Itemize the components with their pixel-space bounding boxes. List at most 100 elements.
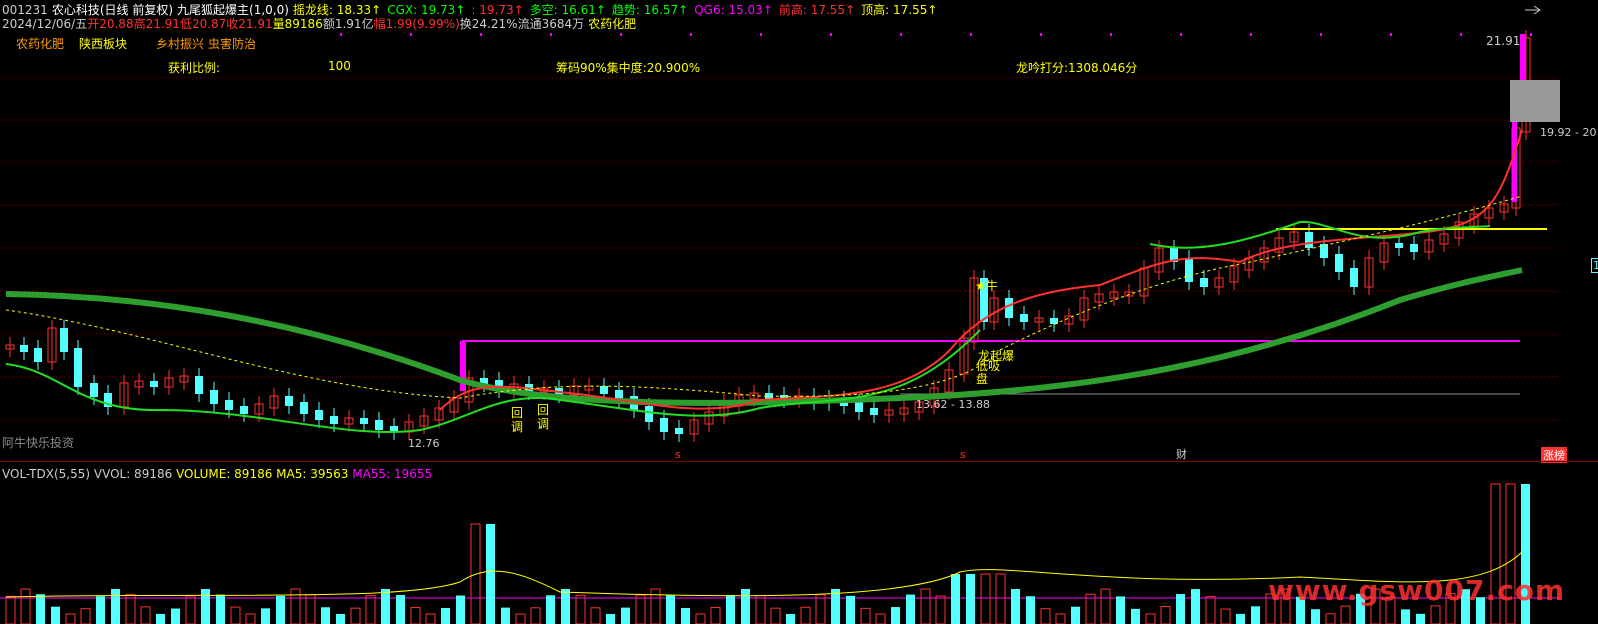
top-dot (1320, 33, 1322, 36)
volume-bar-up (1145, 613, 1156, 624)
candle-down (34, 348, 42, 362)
volume-bar-down (831, 589, 840, 624)
candle-down (600, 386, 608, 394)
candle-down (375, 420, 383, 430)
volume-bar-up (245, 613, 256, 624)
volume-bar-down (621, 607, 630, 624)
candle-down (330, 416, 338, 424)
volume-bar-up (920, 588, 931, 624)
candle-down (225, 400, 233, 410)
candle-down (90, 383, 98, 397)
top-dot (1180, 33, 1182, 36)
candle-down (74, 348, 82, 387)
volume-bar-down (396, 594, 405, 624)
range-price-label: 13.62 - 13.88 (916, 398, 990, 411)
volume-bar-down (1026, 596, 1035, 624)
low-buy-label: 低吸盘 (976, 359, 1001, 386)
top-dot (830, 33, 832, 36)
panel-separator (0, 461, 1598, 462)
price-range-box (1510, 80, 1560, 122)
green-trend-line (1149, 220, 1491, 249)
top-dot (410, 33, 412, 36)
candle-down (870, 408, 878, 415)
volume-bar-down (1236, 613, 1245, 624)
volume-bar-up (1100, 588, 1111, 624)
price-range-label: 19.92 - 20 (1540, 126, 1597, 139)
volume-bar-down (501, 607, 510, 624)
yellow-dashed-line (5, 195, 1523, 399)
volume-bar-up (710, 606, 721, 624)
candle-down (1335, 254, 1343, 272)
candle-down (360, 418, 368, 424)
volume-bar-up (1340, 605, 1351, 624)
volume-bar-up (800, 606, 811, 624)
volume-bar-down (1071, 606, 1080, 624)
volume-bar-up (815, 594, 826, 624)
site-watermark: www.gsw007.com (1268, 574, 1566, 607)
volume-bar-down (1416, 613, 1425, 624)
candle-down (1005, 298, 1013, 318)
volume-bar-down (261, 608, 270, 624)
volume-bar-down (966, 574, 975, 624)
volume-bar-up (590, 607, 601, 624)
volume-bar-up (515, 613, 526, 624)
top-dot (900, 33, 902, 36)
top-dot (1390, 33, 1392, 36)
volume-bar-down (111, 589, 120, 624)
right-arrow-icon (1525, 5, 1541, 15)
top-dot (760, 33, 762, 36)
volume-bar-up (1205, 596, 1216, 624)
top-dot (1040, 33, 1042, 36)
volume-bar-down (561, 589, 570, 624)
volume-bar-down (336, 613, 345, 624)
volume-bar-down (546, 595, 555, 624)
volume-bar-down (441, 607, 450, 624)
volume-bar-up (365, 595, 376, 624)
volume-bar-down (846, 595, 855, 624)
volume-bar-down (486, 524, 495, 624)
volume-bar-up (1085, 593, 1096, 624)
volume-bar-up (1430, 605, 1441, 624)
top-dot (620, 33, 622, 36)
volume-bar-up (80, 608, 91, 624)
volume-bar-up (185, 595, 196, 624)
volume-bar-up (20, 588, 31, 624)
volume-bar-up (530, 607, 541, 624)
top-dot (550, 33, 552, 36)
candle-down (285, 396, 293, 406)
volume-bar-down (1311, 609, 1320, 624)
marker-s-2[interactable]: s (960, 448, 966, 461)
volume-bar-down (1011, 589, 1020, 624)
candle-down (1020, 314, 1028, 322)
volume-bar-down (666, 595, 675, 624)
volume-bar-up (350, 607, 361, 624)
volume-bar-up (65, 613, 76, 624)
marker-finance[interactable]: 财 (1176, 446, 1187, 462)
pullback-label-1: 回调 (511, 406, 524, 434)
volume-bar-up (935, 595, 946, 624)
volume-bar-up (875, 613, 886, 624)
volume-bar-up (230, 606, 241, 624)
volume-bar-up (410, 606, 421, 624)
volume-bar-down (951, 574, 960, 624)
top-dot (970, 33, 972, 36)
volume-bar-down (786, 613, 795, 624)
marker-s-1[interactable]: s (675, 448, 681, 461)
long-ma-line (5, 267, 1523, 406)
volume-bar-up (995, 573, 1006, 624)
candlestick-chart[interactable] (0, 0, 1598, 462)
candle-down (1185, 258, 1193, 282)
volume-bar-down (1116, 596, 1125, 624)
volume-bar-down (381, 589, 390, 624)
candle-down (1395, 243, 1403, 248)
volume-bar-up (635, 594, 646, 624)
magenta-bar (1520, 34, 1526, 84)
magenta-bar (1512, 122, 1517, 202)
top-dot (1460, 33, 1462, 36)
volume-bar-up (770, 607, 781, 624)
candle-down (240, 406, 248, 414)
candle-down (300, 402, 308, 414)
volume-bar-down (171, 608, 180, 624)
volume-bar-down (1131, 608, 1140, 624)
volume-bar-down (36, 594, 45, 624)
